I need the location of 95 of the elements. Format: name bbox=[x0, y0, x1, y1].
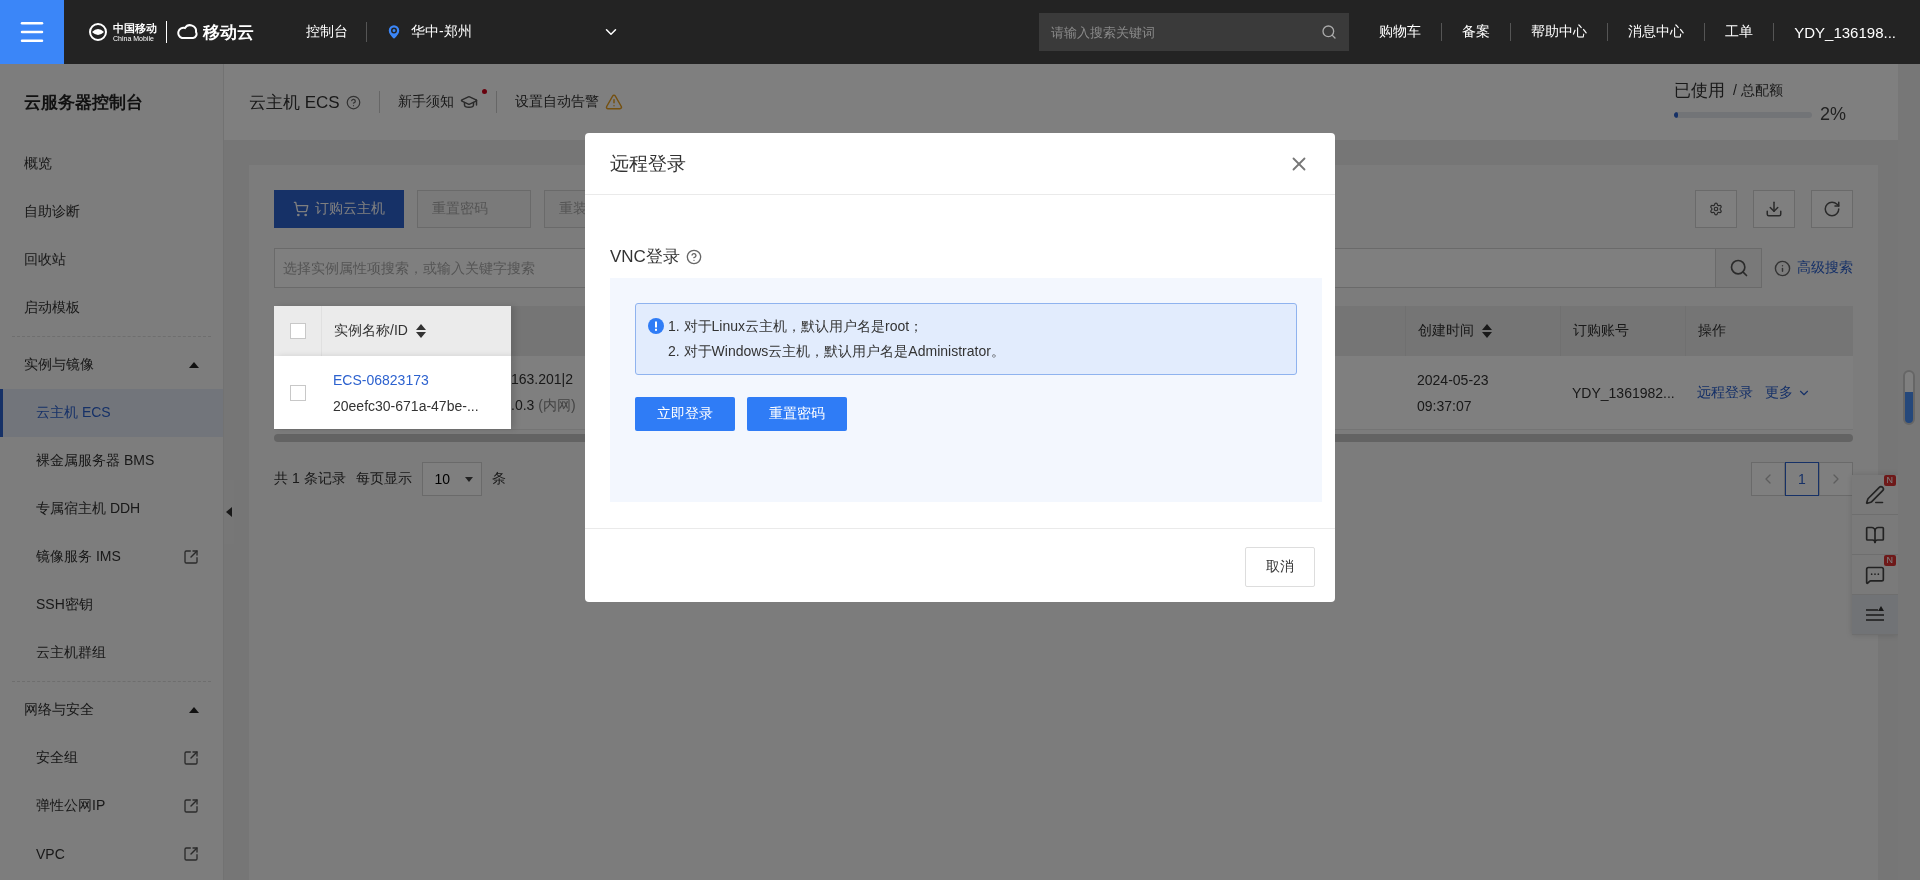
dialog-action-button[interactable]: 重置密码 bbox=[747, 397, 847, 431]
instance-name-link[interactable]: ECS-06823173 bbox=[333, 371, 429, 388]
caret-icon bbox=[464, 476, 473, 482]
checkbox[interactable] bbox=[289, 384, 306, 401]
refresh-icon bbox=[1823, 200, 1841, 218]
created-date: 2024-05-23 bbox=[1417, 371, 1489, 388]
user-name[interactable]: YDY_136198... bbox=[1774, 23, 1920, 41]
page-title: 云主机 ECS bbox=[249, 91, 340, 114]
console-link[interactable]: 控制台 bbox=[306, 23, 348, 41]
toolbar-button[interactable]: 订购云主机 bbox=[274, 190, 404, 228]
sidebar-item[interactable]: 镜像服务 IMS bbox=[0, 533, 223, 581]
chat-icon bbox=[1865, 564, 1885, 585]
sidebar-item[interactable]: 概览 bbox=[0, 140, 223, 188]
nav-link[interactable]: 备案 bbox=[1442, 23, 1512, 41]
section-title: VNC登录 bbox=[610, 246, 680, 268]
checkbox[interactable] bbox=[289, 323, 306, 339]
collapse-icon bbox=[1865, 605, 1885, 624]
advanced-search-link[interactable]: 高级搜索 bbox=[1797, 259, 1853, 277]
alert-icon bbox=[648, 318, 664, 334]
sidebar-item[interactable]: 启动模板 bbox=[0, 284, 223, 332]
sidebar-group[interactable]: 网络与安全 bbox=[0, 686, 223, 734]
sidebar-item[interactable]: 自助诊断 bbox=[0, 188, 223, 236]
caret-icon[interactable] bbox=[189, 362, 199, 368]
caret-icon[interactable] bbox=[189, 707, 199, 713]
new-badge: N bbox=[1883, 475, 1896, 486]
remote-login-link[interactable]: 远程登录 bbox=[1697, 383, 1753, 402]
sidebar-item[interactable]: 专属宿主机 DDH bbox=[0, 485, 223, 533]
dialog-title: 远程登录 bbox=[610, 151, 686, 176]
new-badge: N bbox=[1883, 555, 1896, 566]
dialog-action-button[interactable]: 立即登录 bbox=[635, 397, 735, 431]
guide-link[interactable]: 新手须知 bbox=[397, 93, 454, 111]
quota-percent: 2% bbox=[1820, 104, 1846, 125]
help-icon[interactable] bbox=[345, 94, 361, 110]
sidebar-group[interactable]: 实例与镜像 bbox=[0, 341, 223, 389]
sidebar-title: 云服务器控制台 bbox=[23, 91, 144, 114]
sidebar-item[interactable]: 裸金属服务器 BMS bbox=[0, 437, 223, 485]
account-cell: YDY_1361982... bbox=[1572, 384, 1675, 401]
logo-text: 中国移动 bbox=[113, 22, 157, 34]
external-link-icon bbox=[183, 798, 199, 814]
warning-icon bbox=[604, 93, 623, 111]
sidebar-item[interactable]: VPC bbox=[0, 830, 223, 878]
download-icon bbox=[1765, 200, 1783, 218]
per-page-label: 每页显示 bbox=[355, 470, 412, 488]
graduation-cap-icon bbox=[459, 93, 478, 111]
record-count: 共 1 条记录 bbox=[274, 470, 346, 488]
search-icon[interactable] bbox=[1321, 24, 1338, 40]
search-field[interactable]: 请输入搜索关键词 bbox=[1039, 13, 1350, 51]
per-page-unit: 条 bbox=[491, 470, 506, 488]
external-link-icon bbox=[183, 549, 199, 565]
private-ip-address: .0.3 (内网) bbox=[511, 396, 576, 415]
triangle-left-icon bbox=[226, 507, 232, 517]
sidebar-item[interactable]: 安全组 bbox=[0, 734, 223, 782]
ip-address: 163.201|2 bbox=[511, 370, 574, 387]
alert-text: 2. 对于Windows云主机，默认用户名是Administrator。 bbox=[668, 342, 1005, 361]
page-button[interactable]: 1 bbox=[1785, 462, 1819, 496]
sidebar-item[interactable]: SSH密钥 bbox=[0, 581, 223, 629]
sidebar-item[interactable]: 云主机 ECS bbox=[0, 389, 223, 437]
external-link-icon bbox=[183, 750, 199, 766]
help-icon[interactable] bbox=[685, 248, 702, 265]
cart-icon bbox=[293, 201, 309, 217]
location-pin-icon bbox=[385, 23, 403, 41]
search-icon bbox=[1728, 258, 1749, 278]
settings-icon bbox=[1709, 202, 1723, 216]
book-icon bbox=[1865, 524, 1885, 545]
created-time: 09:37:07 bbox=[1417, 397, 1472, 414]
cloud-logo-icon bbox=[176, 23, 198, 41]
nav-link[interactable]: 购物车 bbox=[1359, 23, 1443, 41]
pen-icon bbox=[1865, 484, 1885, 505]
quota-total-label: / 总配额 bbox=[1733, 81, 1783, 100]
tool-button[interactable] bbox=[1852, 595, 1898, 635]
menu-button[interactable] bbox=[0, 0, 64, 64]
region-selector[interactable]: 华中-郑州 bbox=[385, 23, 620, 41]
more-link[interactable]: 更多 bbox=[1765, 383, 1811, 402]
search-button[interactable] bbox=[1716, 248, 1762, 288]
logo-icon bbox=[88, 22, 108, 42]
alert-text: 1. 对于Linux云主机，默认用户名是root； bbox=[668, 317, 925, 336]
alarm-link[interactable]: 设置自动告警 bbox=[514, 93, 599, 111]
sidebar-item[interactable]: 回收站 bbox=[0, 236, 223, 284]
sidebar-item[interactable]: 弹性公网IP bbox=[0, 782, 223, 830]
brand-name: 移动云 bbox=[203, 21, 254, 44]
download-button[interactable] bbox=[1753, 190, 1795, 228]
nav-link[interactable]: 帮助中心 bbox=[1511, 23, 1609, 41]
sidebar-item[interactable]: 云主机群组 bbox=[0, 629, 223, 677]
cancel-button[interactable]: 取消 bbox=[1245, 547, 1315, 587]
settings-button[interactable] bbox=[1695, 190, 1737, 228]
scrollbar-thumb[interactable] bbox=[1903, 370, 1915, 425]
sort-icon[interactable] bbox=[415, 323, 426, 339]
info-icon bbox=[1774, 259, 1791, 277]
external-link-icon bbox=[183, 846, 199, 862]
quota-label: 已使用 bbox=[1674, 80, 1725, 102]
refresh-button[interactable] bbox=[1811, 190, 1853, 228]
nav-link[interactable]: 工单 bbox=[1705, 23, 1775, 41]
instance-id: 20eefc30-671a-47be-... bbox=[333, 397, 479, 414]
page-size-select[interactable]: 10 bbox=[421, 462, 482, 496]
nav-link[interactable]: 消息中心 bbox=[1608, 23, 1706, 41]
